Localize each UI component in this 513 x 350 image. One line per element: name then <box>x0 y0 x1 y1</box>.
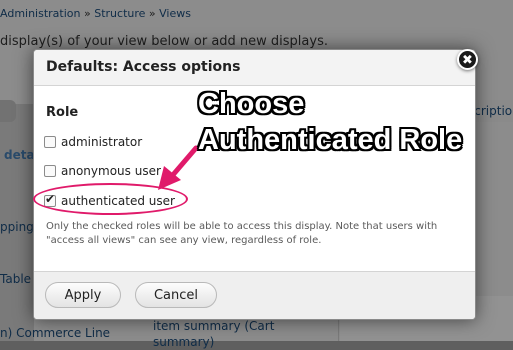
role-label: anonymous user <box>61 164 161 178</box>
bg-fragment: n) Commerce Line <box>0 326 111 340</box>
cancel-button[interactable]: Cancel <box>135 282 217 308</box>
close-icon[interactable]: ✖ <box>457 49 478 70</box>
anonymous-user-checkbox[interactable] <box>44 165 56 177</box>
dialog-footer: Apply Cancel <box>34 271 475 319</box>
breadcrumb: Administration » Structure » Views <box>0 7 191 20</box>
callout-line-1: Choose <box>198 88 305 120</box>
breadcrumb-separator: » <box>148 7 156 20</box>
breadcrumb-separator: » <box>84 7 91 20</box>
help-text: Only the checked roles will be able to a… <box>46 221 438 246</box>
dialog-titlebar: Defaults: Access options <box>34 50 475 86</box>
role-option-anonymous-user[interactable]: anonymous user <box>44 162 161 180</box>
administrator-checkbox[interactable] <box>44 136 56 148</box>
left-toolbar-button[interactable] <box>0 100 16 122</box>
role-heading: Role <box>46 105 79 120</box>
page-intro-text: display(s) of your view below or add new… <box>0 34 328 49</box>
item-summary-link[interactable]: item summary (Cart summary) <box>153 318 303 350</box>
bg-fragment: pping <box>0 220 34 234</box>
role-option-administrator[interactable]: administrator <box>44 133 142 151</box>
role-label: administrator <box>61 135 143 149</box>
breadcrumb-item[interactable]: Structure <box>94 7 145 20</box>
apply-button[interactable]: Apply <box>45 282 121 308</box>
breadcrumb-item[interactable]: Administration <box>0 7 81 20</box>
bg-fragment: deta <box>4 148 35 162</box>
breadcrumb-item[interactable]: Views <box>159 7 191 20</box>
highlight-ellipse <box>33 183 188 215</box>
dialog-title: Defaults: Access options <box>46 59 241 75</box>
bg-fragment: Table <box>0 272 32 286</box>
callout-line-2: Authenticated Role <box>198 124 463 156</box>
